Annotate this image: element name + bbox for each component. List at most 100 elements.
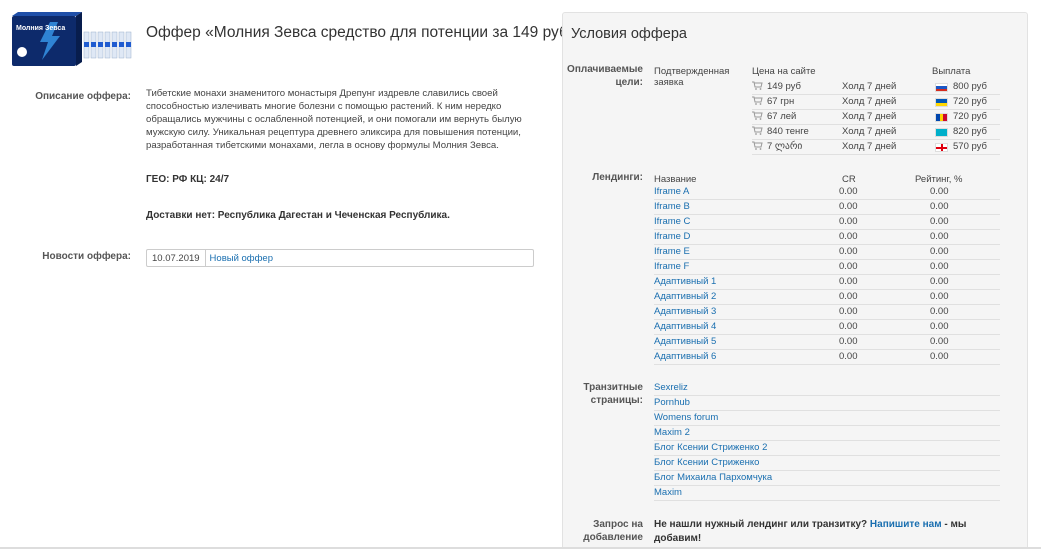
request-text: Не нашли нужный лендинг или транзитку? Н… — [654, 518, 994, 546]
price-value: 67 грн — [767, 96, 795, 107]
transit-link[interactable]: Maxim — [654, 486, 682, 500]
news-link[interactable]: Новый оффер — [206, 253, 273, 264]
price-header: Цена на сайте — [752, 66, 816, 77]
request-label: Запрос на добавление — [562, 518, 643, 544]
landing-rating: 0.00 — [930, 216, 949, 227]
flag-md-icon — [935, 113, 948, 122]
payout-cell: 820 руб — [953, 126, 987, 137]
landing-cr: 0.00 — [839, 306, 858, 317]
landing-link[interactable]: Iframe D — [654, 230, 690, 244]
flag-ge-icon — [935, 143, 948, 152]
transit-row-divider — [654, 425, 1000, 426]
request-label-line-1: Запрос на — [593, 519, 643, 530]
transit-link[interactable]: Sexreliz — [654, 381, 688, 395]
landing-link[interactable]: Адаптивный 6 — [654, 350, 716, 364]
landing-rating: 0.00 — [930, 261, 949, 272]
offer-title: Оффер «Молния Зевса средство для потенци… — [146, 24, 577, 41]
payout-cell: 800 руб — [953, 81, 987, 92]
goals-label: Оплачиваемые цели: — [562, 63, 643, 89]
landing-link[interactable]: Iframe B — [654, 200, 690, 214]
flag-kz-icon — [935, 128, 948, 137]
price-cell: 840 тенге — [752, 125, 809, 139]
write-us-link[interactable]: Напишите нам — [870, 519, 942, 530]
landing-rating: 0.00 — [930, 321, 949, 332]
landing-row-divider — [654, 364, 1000, 365]
landing-rating: 0.00 — [930, 276, 949, 287]
transit-label: Транзитные страницы: — [562, 381, 643, 407]
price-value: 149 руб — [767, 81, 801, 92]
landing-cr: 0.00 — [839, 216, 858, 227]
hold-cell: Холд 7 дней — [842, 111, 897, 122]
landing-link[interactable]: Адаптивный 5 — [654, 335, 716, 349]
cart-icon — [752, 141, 763, 150]
transit-link[interactable]: Блог Ксении Стриженко 2 — [654, 441, 767, 455]
goals-label-line-2: цели: — [615, 77, 643, 88]
landing-link[interactable]: Iframe E — [654, 245, 690, 259]
flag-ua-icon — [935, 98, 948, 107]
landing-cr: 0.00 — [839, 201, 858, 212]
landings-label: Лендинги: — [592, 172, 643, 183]
transit-link[interactable]: Pornhub — [654, 396, 690, 410]
landing-cr: 0.00 — [839, 186, 858, 197]
price-row-divider — [752, 154, 1000, 155]
landing-rating: 0.00 — [930, 336, 949, 347]
request-label-line-2: добавление — [583, 532, 643, 543]
transit-row-divider — [654, 395, 1000, 396]
hold-cell: Холд 7 дней — [842, 96, 897, 107]
offer-description: Тибетские монахи знаменитого монастыря Д… — [146, 88, 522, 151]
landing-rating: 0.00 — [930, 306, 949, 317]
goal-name-line-1: Подтвержденная — [654, 66, 730, 77]
delivery-info: Доставки нет: Республика Дагестан и Чече… — [146, 210, 450, 221]
landing-link[interactable]: Iframe F — [654, 260, 689, 274]
payout-cell: 720 руб — [953, 96, 987, 107]
transit-link[interactable]: Блог Ксении Стриженко — [654, 456, 759, 470]
flag-ru-icon — [935, 83, 948, 92]
landing-link[interactable]: Адаптивный 4 — [654, 320, 716, 334]
landing-rating: 0.00 — [930, 231, 949, 242]
goal-name: Подтвержденная заявка — [654, 66, 729, 88]
landing-cr: 0.00 — [839, 336, 858, 347]
cart-icon — [752, 111, 763, 120]
description-label: Описание оффера: — [35, 91, 131, 102]
landing-link[interactable]: Адаптивный 3 — [654, 305, 716, 319]
product-box-text: Молния Зевса — [16, 25, 65, 32]
cart-icon — [752, 96, 763, 105]
price-value: 67 лей — [767, 111, 797, 122]
payout-cell: 720 руб — [953, 111, 987, 122]
landing-rating: 0.00 — [930, 246, 949, 257]
landing-link[interactable]: Адаптивный 1 — [654, 275, 716, 289]
landing-name-header: Название — [654, 174, 697, 185]
conditions-title: Условия оффера — [571, 26, 687, 42]
landing-link[interactable]: Iframe C — [654, 215, 690, 229]
landing-cr: 0.00 — [839, 321, 858, 332]
landing-rating: 0.00 — [930, 291, 949, 302]
landing-link[interactable]: Адаптивный 2 — [654, 290, 716, 304]
cart-icon — [752, 126, 763, 135]
news-label: Новости оффера: — [42, 251, 131, 262]
transit-row-divider — [654, 485, 1000, 486]
news-date: 10.07.2019 — [147, 250, 206, 266]
price-value: 7 ლარი — [767, 141, 803, 152]
transit-label-line-2: страницы: — [590, 395, 643, 406]
hold-cell: Холд 7 дней — [842, 126, 897, 137]
transit-label-line-1: Транзитные — [583, 382, 643, 393]
transit-link[interactable]: Womens forum — [654, 411, 718, 425]
transit-row-divider — [654, 500, 1000, 501]
geo-info: ГЕО: РФ КЦ: 24/7 — [146, 174, 230, 185]
landing-cr: 0.00 — [839, 291, 858, 302]
landing-cr-header: CR — [842, 174, 856, 185]
landing-rating-header: Рейтинг, % — [915, 174, 963, 185]
request-text-1: Не нашли нужный лендинг или транзитку? — [654, 519, 868, 530]
news-box: 10.07.2019 Новый оффер — [146, 249, 534, 267]
landing-link[interactable]: Iframe A — [654, 185, 689, 199]
landing-cr: 0.00 — [839, 231, 858, 242]
landing-cr: 0.00 — [839, 351, 858, 362]
landing-cr: 0.00 — [839, 246, 858, 257]
price-cell: 149 руб — [752, 80, 801, 94]
hold-cell: Холд 7 дней — [842, 141, 897, 152]
transit-link[interactable]: Maxim 2 — [654, 426, 690, 440]
transit-link[interactable]: Блог Михаила Пархомчука — [654, 471, 772, 485]
price-cell: 67 лей — [752, 110, 796, 124]
goal-name-line-2: заявка — [654, 77, 684, 88]
product-image: Молния Зевса — [10, 12, 136, 68]
